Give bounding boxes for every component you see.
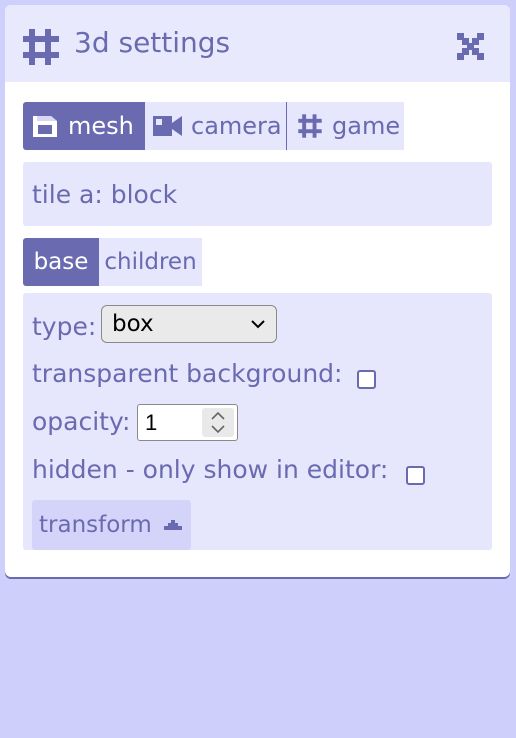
- type-select[interactable]: box: [101, 305, 277, 343]
- type-select-value: box: [112, 311, 154, 337]
- title-bar: 3d settings: [5, 5, 510, 82]
- subtab-children[interactable]: children: [99, 238, 202, 286]
- transparent-background-label: transparent background:: [32, 359, 343, 388]
- settings-tabs: mesh camera game: [23, 102, 404, 150]
- opacity-input[interactable]: 1: [137, 404, 238, 441]
- base-settings-form: type: box transparent background: opacit…: [23, 293, 492, 550]
- tab-mesh-label: mesh: [68, 112, 134, 140]
- subtabs: base children: [23, 238, 202, 286]
- subtab-base[interactable]: base: [23, 238, 99, 286]
- camera-icon: [153, 116, 182, 136]
- opacity-value: 1: [145, 409, 158, 435]
- tab-camera[interactable]: camera: [145, 102, 287, 150]
- tile-label-box: tile a: block: [23, 162, 492, 226]
- hidden-label: hidden - only show in editor:: [32, 455, 389, 484]
- transform-label: transform: [39, 512, 152, 538]
- subtab-children-label: children: [104, 249, 197, 275]
- tab-game[interactable]: game: [287, 102, 404, 150]
- chevron-down-icon: [251, 320, 265, 329]
- type-label: type:: [32, 312, 97, 341]
- opacity-label: opacity:: [32, 407, 131, 436]
- spinner-arrows-icon: [211, 411, 225, 434]
- caret-up-icon: [163, 520, 182, 530]
- transform-toggle-button[interactable]: transform: [32, 500, 191, 550]
- hash-icon: [298, 114, 322, 138]
- tab-game-label: game: [332, 112, 401, 140]
- opacity-spinner[interactable]: [202, 408, 234, 437]
- tab-camera-label: camera: [191, 112, 282, 140]
- tile-label: tile a: block: [32, 179, 178, 209]
- hash-icon: [23, 29, 59, 65]
- hidden-checkbox[interactable]: [406, 466, 425, 485]
- close-icon[interactable]: [457, 33, 484, 60]
- window-title: 3d settings: [74, 26, 231, 59]
- transparent-background-checkbox[interactable]: [357, 370, 376, 389]
- tab-mesh[interactable]: mesh: [23, 102, 145, 150]
- mesh-icon: [33, 116, 57, 137]
- settings-panel: 3d settings mesh camera game tile a: blo…: [5, 5, 510, 577]
- subtab-base-label: base: [33, 249, 89, 275]
